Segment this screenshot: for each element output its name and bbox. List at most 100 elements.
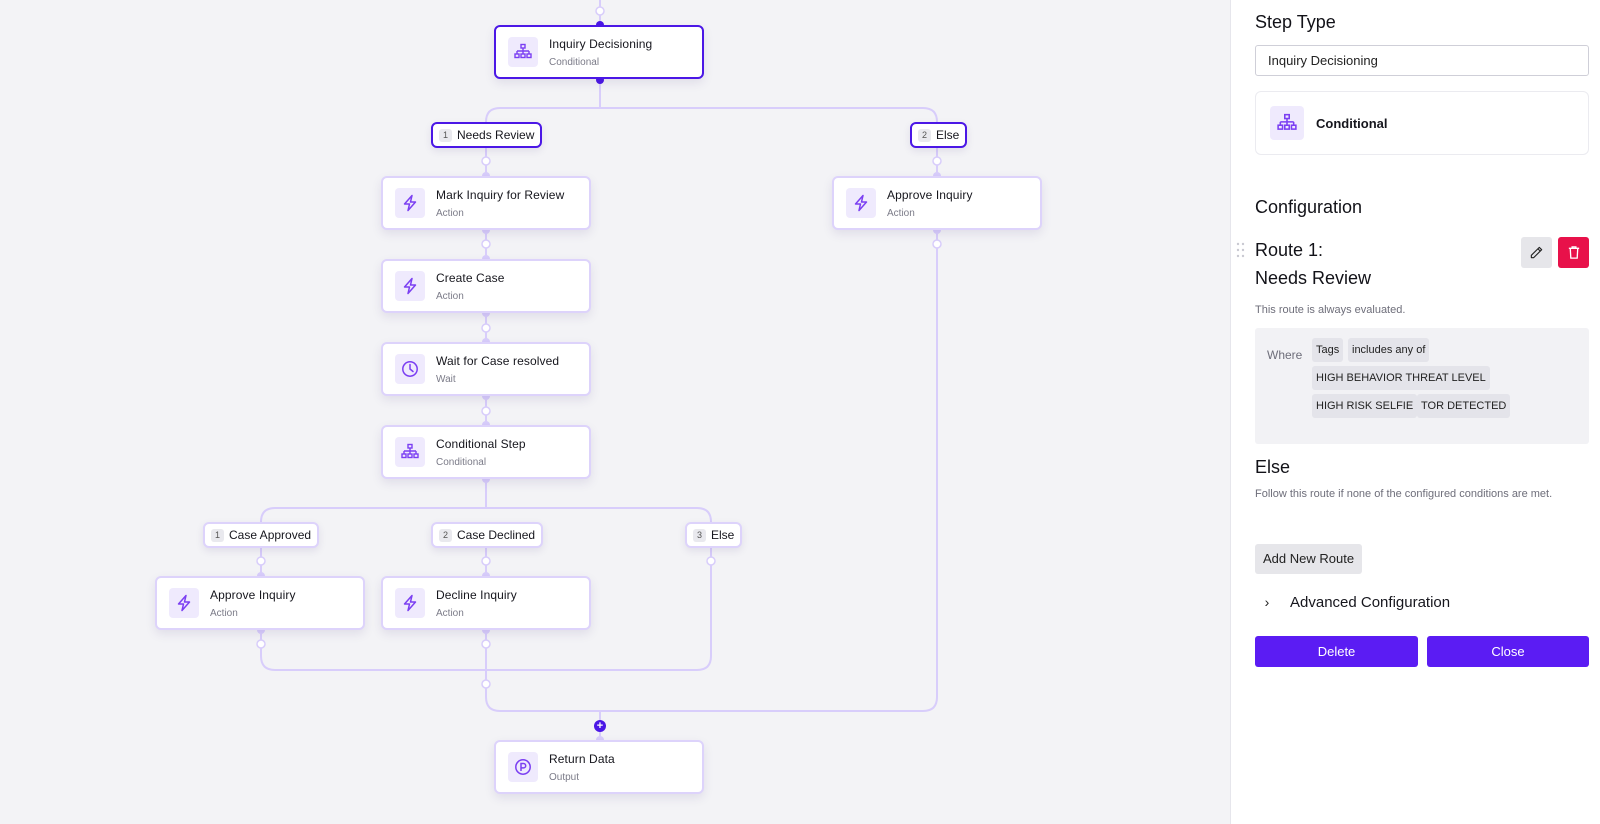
lightning-icon: [846, 188, 876, 218]
route-name: Needs Review: [1255, 268, 1372, 288]
node-title: Conditional Step: [436, 436, 526, 451]
connector-handle[interactable]: [481, 406, 491, 416]
lightning-icon: [395, 188, 425, 218]
node-return-data[interactable]: Return Data Output: [494, 740, 704, 794]
branch-number: 2: [918, 128, 931, 142]
node-inquiry-decisioning[interactable]: Inquiry Decisioning Conditional: [494, 25, 704, 79]
branch-number: 1: [211, 528, 224, 542]
node-conditional-step[interactable]: Conditional Step Conditional: [381, 425, 591, 479]
conditional-icon: [508, 37, 538, 67]
delete-step-button[interactable]: Delete: [1255, 636, 1418, 667]
connector-handle[interactable]: [481, 156, 491, 166]
edge-decision-split-right: [500, 107, 938, 123]
condition-value-chip: HIGH RISK SELFIE: [1312, 394, 1418, 418]
condition-field-chip: Tags: [1312, 338, 1344, 362]
connector-handle[interactable]: [932, 239, 942, 249]
add-step-button[interactable]: +: [594, 720, 606, 732]
step-config-panel: Step Type Conditional Configuration Rout…: [1230, 0, 1600, 824]
branch-case-approved[interactable]: 1 Case Approved: [203, 522, 320, 548]
connector-handle[interactable]: [595, 6, 605, 16]
node-type: Action: [436, 207, 464, 219]
node-title: Wait for Case resolved: [436, 353, 560, 368]
step-type-heading: Step Type: [1255, 12, 1336, 32]
lightning-icon: [169, 588, 199, 618]
route-description: This route is always evaluated.: [1255, 304, 1406, 316]
node-type: Action: [887, 207, 915, 219]
connector-handle[interactable]: [481, 239, 491, 249]
route-condition[interactable]: Where Tags includes any of HIGH BEHAVIOR…: [1255, 328, 1589, 444]
branch-label: Else: [936, 128, 960, 142]
node-mark-inquiry-for-review[interactable]: Mark Inquiry for Review Action: [381, 176, 591, 230]
node-type: Action: [436, 290, 464, 302]
chevron-right-icon: ›: [1264, 594, 1270, 610]
clock-icon: [395, 354, 425, 384]
condition-value-chip: TOR DETECTED: [1417, 394, 1511, 418]
add-new-route-button[interactable]: Add New Route: [1255, 544, 1363, 574]
delete-route-button[interactable]: [1558, 237, 1589, 268]
node-title: Create Case: [436, 270, 505, 285]
edge-decision-split-left: [485, 107, 600, 123]
advanced-configuration-label: Advanced Configuration: [1290, 593, 1451, 611]
branch-label: Case Approved: [229, 528, 312, 542]
branch-label: Case Declined: [457, 528, 536, 542]
where-label: Where: [1267, 348, 1303, 362]
node-title: Mark Inquiry for Review: [436, 187, 565, 202]
step-type-label: Conditional: [1316, 115, 1388, 131]
node-wait-for-case-resolved[interactable]: Wait for Case resolved Wait: [381, 342, 591, 396]
branch-case-declined[interactable]: 2 Case Declined: [431, 522, 544, 548]
advanced-configuration-toggle[interactable]: › Advanced Configuration: [1255, 590, 1589, 614]
node-type: Output: [549, 771, 580, 783]
branch-label: Else: [711, 528, 735, 542]
node-type: Conditional: [549, 56, 600, 68]
node-type: Wait: [436, 373, 456, 385]
node-approve-inquiry-else[interactable]: Approve Inquiry Action: [832, 176, 1042, 230]
else-description: Follow this route if none of the configu…: [1255, 488, 1553, 500]
connector-handle[interactable]: [256, 556, 266, 566]
lightning-icon: [395, 588, 425, 618]
branch-else-inner[interactable]: 3 Else: [685, 522, 743, 548]
node-title: Decline Inquiry: [436, 587, 517, 602]
pencil-icon: [1530, 246, 1543, 259]
connector-handle[interactable]: [481, 679, 491, 689]
lightning-icon: [395, 271, 425, 301]
branch-needs-review[interactable]: 1 Needs Review: [431, 122, 543, 148]
connector-handle[interactable]: [706, 556, 716, 566]
branch-else-top[interactable]: 2 Else: [910, 122, 968, 148]
branch-number: 2: [439, 528, 452, 542]
node-title: Return Data: [549, 751, 615, 766]
step-name-input[interactable]: [1255, 45, 1589, 76]
condition-value-chip: HIGH BEHAVIOR THREAT LEVEL: [1312, 366, 1490, 390]
connector-handle[interactable]: [256, 639, 266, 649]
close-panel-button[interactable]: Close: [1427, 636, 1589, 667]
conditional-icon: [1270, 106, 1304, 140]
condition-operator-chip: includes any of: [1348, 338, 1430, 362]
workflow-edges: [256, 0, 942, 744]
branch-number: 1: [439, 128, 452, 142]
node-type: Conditional: [436, 456, 487, 468]
branch-label: Needs Review: [457, 128, 535, 142]
node-title: Inquiry Decisioning: [549, 36, 653, 51]
conditional-icon: [395, 437, 425, 467]
else-heading: Else: [1255, 457, 1291, 477]
node-create-case[interactable]: Create Case Action: [381, 259, 591, 313]
node-title: Approve Inquiry: [887, 187, 973, 202]
connector-handle[interactable]: [481, 639, 491, 649]
workflow-canvas[interactable]: Inquiry Decisioning Conditional Mark Inqu…: [0, 0, 1230, 824]
node-decline-inquiry[interactable]: Decline Inquiry Action: [381, 576, 591, 630]
output-icon: [508, 752, 538, 782]
node-type: Action: [436, 607, 464, 619]
connector-handle[interactable]: [481, 556, 491, 566]
step-type-card[interactable]: Conditional: [1255, 91, 1589, 155]
edit-route-button[interactable]: [1521, 237, 1552, 268]
connector-handle[interactable]: [481, 323, 491, 333]
node-type: Action: [210, 607, 238, 619]
node-title: Approve Inquiry: [210, 587, 296, 602]
connector-handle[interactable]: [932, 156, 942, 166]
configuration-heading: Configuration: [1255, 197, 1363, 217]
edge-cond-split-right: [275, 507, 712, 523]
edge-cond-split-left: [260, 507, 486, 523]
trash-icon: [1568, 246, 1579, 259]
drag-handle-icon[interactable]: [1236, 242, 1246, 258]
branch-number: 3: [693, 528, 706, 542]
node-approve-inquiry-case-approved[interactable]: Approve Inquiry Action: [155, 576, 365, 630]
